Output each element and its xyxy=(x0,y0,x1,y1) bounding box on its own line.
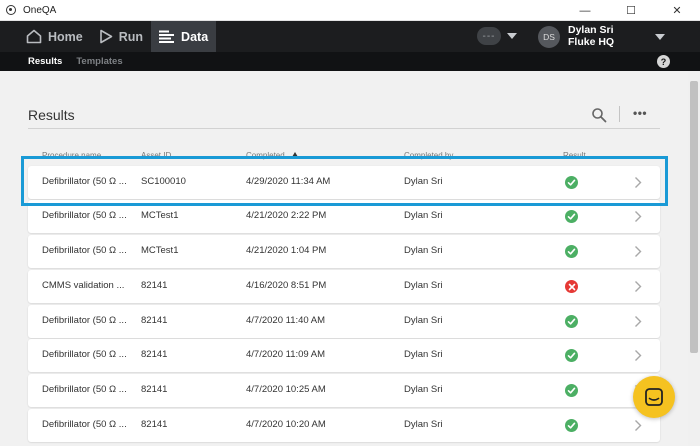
play-icon xyxy=(99,29,113,44)
row-completed-date: 4/21/2020 2:22 PM xyxy=(246,210,327,221)
nav-home[interactable]: Home xyxy=(18,21,91,52)
row-procedure-name: Defibrillator (50 Ω ... xyxy=(42,384,127,395)
row-completed-date: 4/7/2020 10:20 AM xyxy=(246,419,326,430)
table-row[interactable]: Defibrillator (50 Ω ... 82141 4/7/2020 10:… xyxy=(28,374,660,407)
fail-x-icon xyxy=(565,280,578,293)
window-title: OneQA xyxy=(23,4,57,16)
row-procedure-name: Defibrillator (50 Ω ... xyxy=(42,245,127,256)
pass-check-icon xyxy=(565,245,578,258)
nav-run-label: Run xyxy=(118,29,144,44)
scrollbar-thumb[interactable] xyxy=(690,81,698,353)
row-completed-date: 4/7/2020 11:09 AM xyxy=(246,349,326,360)
search-icon[interactable] xyxy=(591,107,607,123)
pass-check-icon xyxy=(565,210,578,223)
row-completed-by: Dylan Sri xyxy=(404,315,443,326)
pass-check-icon xyxy=(565,384,578,397)
row-completed-by: Dylan Sri xyxy=(404,280,443,291)
home-icon xyxy=(26,29,42,44)
selection-highlight xyxy=(21,156,668,206)
row-completed-date: 4/7/2020 10:25 AM xyxy=(246,384,326,395)
row-completed-date: 4/21/2020 1:04 PM xyxy=(246,245,327,256)
chat-button[interactable] xyxy=(633,376,675,418)
nav-home-label: Home xyxy=(48,29,83,44)
more-options-button[interactable]: ••• xyxy=(633,106,647,120)
avatar[interactable]: DS xyxy=(538,26,560,48)
user-info[interactable]: Dylan Sri Fluke HQ xyxy=(568,24,614,48)
chevron-right-icon[interactable] xyxy=(634,315,642,333)
nav-run[interactable]: Run xyxy=(91,21,151,52)
table-row[interactable]: CMMS validation ... 82141 4/16/2020 8:51 P… xyxy=(28,270,660,303)
row-procedure-name: Defibrillator (50 Ω ... xyxy=(42,419,127,430)
status-pill[interactable]: --- xyxy=(477,27,501,45)
chevron-right-icon[interactable] xyxy=(634,210,642,228)
row-completed-date: 4/7/2020 11:40 AM xyxy=(246,315,326,326)
pass-check-icon xyxy=(565,315,578,328)
status-dropdown-caret-icon[interactable] xyxy=(507,33,517,39)
user-menu-caret-icon[interactable] xyxy=(655,34,665,40)
pass-check-icon xyxy=(565,349,578,362)
minimize-button[interactable]: — xyxy=(562,0,608,21)
tab-templates[interactable]: Templates xyxy=(76,56,122,67)
row-completed-by: Dylan Sri xyxy=(404,419,443,430)
row-asset-id: MCTest1 xyxy=(141,245,179,256)
row-asset-id: MCTest1 xyxy=(141,210,179,221)
chevron-right-icon[interactable] xyxy=(634,349,642,367)
row-asset-id: 82141 xyxy=(141,349,168,360)
row-asset-id: 82141 xyxy=(141,384,168,395)
chevron-right-icon[interactable] xyxy=(634,419,642,437)
table-row[interactable]: Defibrillator (50 Ω ... 82141 4/7/2020 11:… xyxy=(28,339,660,372)
app-logo-icon xyxy=(6,5,16,15)
row-procedure-name: Defibrillator (50 Ω ... xyxy=(42,315,127,326)
chat-icon xyxy=(645,388,663,406)
title-divider xyxy=(28,128,660,129)
row-completed-by: Dylan Sri xyxy=(404,210,443,221)
table-row[interactable]: Defibrillator (50 Ω ... 82141 4/7/2020 11:… xyxy=(28,305,660,338)
row-asset-id: 82141 xyxy=(141,280,168,291)
maximize-button[interactable]: ☐ xyxy=(608,0,654,21)
chevron-right-icon[interactable] xyxy=(634,245,642,263)
close-button[interactable]: ✕ xyxy=(654,0,700,21)
user-org: Fluke HQ xyxy=(568,36,615,48)
sub-nav: Results Templates xyxy=(0,52,700,71)
tab-results[interactable]: Results xyxy=(28,56,62,67)
row-completed-by: Dylan Sri xyxy=(404,349,443,360)
page-title: Results xyxy=(28,107,75,123)
row-procedure-name: Defibrillator (50 Ω ... xyxy=(42,210,127,221)
pass-check-icon xyxy=(565,419,578,432)
row-asset-id: 82141 xyxy=(141,419,168,430)
data-list-icon xyxy=(159,30,175,43)
nav-data[interactable]: Data xyxy=(151,21,217,52)
row-completed-date: 4/16/2020 8:51 PM xyxy=(246,280,327,291)
user-name: Dylan Sri xyxy=(568,24,614,36)
row-asset-id: 82141 xyxy=(141,315,168,326)
nav-data-label: Data xyxy=(181,29,209,44)
help-button[interactable]: ? xyxy=(657,55,670,68)
table-row[interactable]: Defibrillator (50 Ω ... MCTest1 4/21/2020 … xyxy=(28,235,660,268)
table-row[interactable]: Defibrillator (50 Ω ... 82141 4/7/2020 10:… xyxy=(28,409,660,442)
toolbar-divider xyxy=(619,106,620,122)
scrollbar[interactable] xyxy=(688,71,700,446)
row-completed-by: Dylan Sri xyxy=(404,384,443,395)
window-titlebar: OneQA — ☐ ✕ xyxy=(0,0,700,21)
chevron-right-icon[interactable] xyxy=(634,280,642,298)
row-procedure-name: Defibrillator (50 Ω ... xyxy=(42,349,127,360)
row-procedure-name: CMMS validation ... xyxy=(42,280,125,291)
row-completed-by: Dylan Sri xyxy=(404,245,443,256)
